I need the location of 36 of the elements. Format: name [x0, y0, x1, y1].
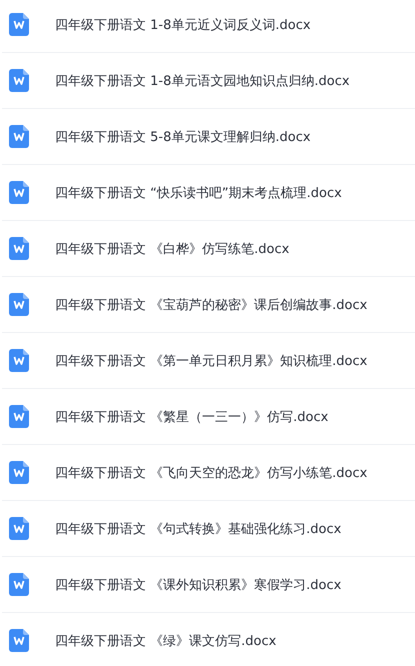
file-name: 四年级下册语文 《绿》课文仿写.docx: [55, 632, 276, 650]
file-row[interactable]: 四年级下册语文 《宝葫芦的秘密》课后创编故事.docx: [2, 277, 415, 332]
document-icon: [9, 629, 29, 652]
file-row[interactable]: 四年级下册语文 5-8单元课文理解归纳.docx: [2, 109, 415, 164]
file-name: 四年级下册语文 《繁星（一三一）》仿写.docx: [55, 408, 328, 426]
file-name: 四年级下册语文 5-8单元课文理解归纳.docx: [55, 128, 311, 146]
document-icon: [9, 237, 29, 260]
document-icon: [9, 405, 29, 428]
document-icon: [9, 293, 29, 316]
file-row[interactable]: 四年级下册语文 “快乐读书吧”期末考点梳理.docx: [2, 165, 415, 220]
file-row[interactable]: 四年级下册语文 《繁星（一三一）》仿写.docx: [2, 389, 415, 444]
file-row[interactable]: 四年级下册语文 1-8单元语文园地知识点归纳.docx: [2, 53, 415, 108]
document-icon: [9, 13, 29, 36]
file-name: 四年级下册语文 1-8单元近义词反义词.docx: [55, 16, 311, 34]
file-name: 四年级下册语文 “快乐读书吧”期末考点梳理.docx: [55, 184, 342, 202]
file-row[interactable]: 四年级下册语文 《句式转换》基础强化练习.docx: [2, 501, 415, 556]
document-icon: [9, 125, 29, 148]
document-icon: [9, 349, 29, 372]
document-icon: [9, 181, 29, 204]
document-icon: [9, 573, 29, 596]
file-name: 四年级下册语文 《白桦》仿写练笔.docx: [55, 240, 290, 258]
file-row[interactable]: 四年级下册语文 《第一单元日积月累》知识梳理.docx: [2, 333, 415, 388]
document-icon: [9, 69, 29, 92]
file-name: 四年级下册语文 1-8单元语文园地知识点归纳.docx: [55, 72, 350, 90]
file-row[interactable]: 四年级下册语文 《绿》课文仿写.docx: [2, 613, 415, 666]
file-row[interactable]: 四年级下册语文 《白桦》仿写练笔.docx: [2, 221, 415, 276]
file-row[interactable]: 四年级下册语文 1-8单元近义词反义词.docx: [2, 0, 415, 52]
file-name: 四年级下册语文 《宝葫芦的秘密》课后创编故事.docx: [55, 296, 368, 314]
file-row[interactable]: 四年级下册语文 《飞向天空的恐龙》仿写小练笔.docx: [2, 445, 415, 500]
document-icon: [9, 517, 29, 540]
file-row[interactable]: 四年级下册语文 《课外知识积累》寒假学习.docx: [2, 557, 415, 612]
document-icon: [9, 461, 29, 484]
file-name: 四年级下册语文 《第一单元日积月累》知识梳理.docx: [55, 352, 368, 370]
file-name: 四年级下册语文 《句式转换》基础强化练习.docx: [55, 520, 342, 538]
file-name: 四年级下册语文 《飞向天空的恐龙》仿写小练笔.docx: [55, 464, 368, 482]
file-name: 四年级下册语文 《课外知识积累》寒假学习.docx: [55, 576, 342, 594]
